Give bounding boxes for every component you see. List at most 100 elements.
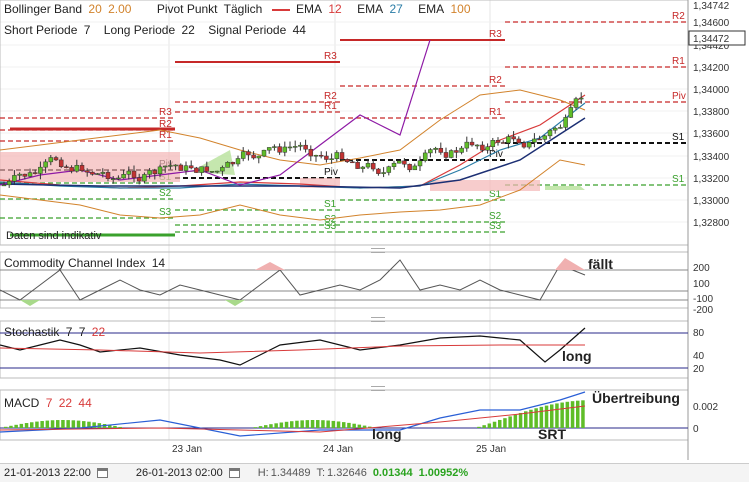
candle-body — [459, 147, 464, 153]
macd-legend: MACD 7 22 44 — [4, 396, 95, 410]
candle-body — [318, 154, 324, 157]
candle-body — [417, 160, 423, 167]
cloud-area — [0, 152, 180, 182]
candle-body — [438, 147, 444, 153]
macd-bar — [316, 420, 320, 428]
candle-body — [251, 154, 256, 159]
cci-legend: Commodity Channel Index 14 — [4, 256, 168, 270]
macd-bar — [550, 404, 554, 428]
macd-bar — [24, 423, 29, 428]
stoch-tick-label: 80 — [693, 328, 705, 339]
macd-bar — [4, 426, 8, 428]
macd-bar — [362, 425, 367, 428]
price-tick-label: 1,33200 — [693, 174, 730, 185]
macd-bar — [544, 405, 549, 428]
macd-bar — [9, 425, 13, 428]
candle-body — [27, 172, 33, 177]
candle-body — [526, 142, 532, 148]
candle-body — [261, 149, 267, 157]
pivot-label: R3 — [324, 51, 337, 62]
pivot-label: R1 — [489, 107, 502, 118]
candle-body — [532, 138, 537, 143]
cci-fill — [225, 300, 245, 306]
candle-body — [298, 144, 303, 147]
candle-body — [147, 170, 152, 175]
ema27-label: EMA — [357, 2, 384, 16]
candle-body — [563, 117, 568, 128]
candle-body — [495, 140, 501, 143]
candle-body — [105, 172, 111, 179]
candle-body — [547, 129, 553, 137]
candle-body — [136, 177, 142, 182]
pivot-label: R3 — [489, 29, 502, 40]
candle-body — [433, 147, 438, 150]
macd-bar — [274, 423, 278, 428]
macd-bar — [518, 412, 523, 428]
pivot-label: R3 — [159, 107, 172, 118]
macd-bar — [35, 421, 39, 428]
candle-body — [126, 170, 132, 175]
panel-frame — [0, 389, 689, 441]
candle-body — [53, 157, 59, 161]
macd-bar — [513, 414, 518, 428]
macd-tick-label: 0.002 — [693, 402, 718, 413]
low-value: 1.32646 — [327, 467, 367, 479]
candle-body — [121, 174, 126, 179]
candle-body — [485, 146, 490, 151]
from-date[interactable]: 21-01-2013 22:00 — [4, 467, 91, 479]
calendar-icon[interactable] — [228, 468, 240, 478]
macd-bar — [560, 402, 564, 428]
candle-body — [334, 152, 340, 159]
candle-body — [407, 163, 412, 171]
candle-body — [1, 184, 7, 187]
macd-bar — [40, 421, 44, 428]
pivot-mode: Täglich — [223, 2, 263, 16]
panel-resize-handle[interactable] — [371, 317, 385, 322]
macd-bar — [258, 426, 263, 428]
date-label: 24 Jan — [323, 444, 353, 455]
calendar-icon[interactable] — [96, 468, 108, 478]
candle-body — [152, 170, 158, 175]
price-tick-label: 1,33400 — [693, 152, 730, 163]
pivot-label: S3 — [159, 207, 172, 218]
candle-body — [365, 163, 371, 168]
panel-resize-handle[interactable] — [371, 386, 385, 391]
candle-body — [282, 146, 288, 153]
candle-body — [204, 166, 210, 172]
to-date[interactable]: 26-01-2013 02:00 — [136, 467, 223, 479]
macd-bar — [19, 423, 24, 428]
price-chart[interactable]: R3R2R1PivS1S2S3R3R2R1PivS1S2S3R3R2R1PivS… — [0, 0, 749, 482]
pivot-label: R1 — [672, 56, 685, 67]
price-tick-label: 1,32800 — [693, 218, 730, 229]
pivot-label: S1 — [324, 199, 337, 210]
candle-body — [116, 177, 121, 180]
candle-body — [355, 161, 360, 169]
macd-bar — [50, 420, 55, 428]
macd-bar — [118, 426, 122, 428]
candle-body — [214, 170, 220, 173]
candle-body — [573, 98, 579, 108]
pivot-label: S1 — [672, 132, 685, 143]
macd-bar — [508, 416, 512, 428]
candle-body — [578, 97, 584, 100]
candle-body — [32, 172, 38, 174]
macd-bar — [45, 420, 50, 428]
macd-bar — [539, 406, 544, 428]
price-tick-label: 1,34600 — [693, 18, 730, 29]
cci-tick-label: 200 — [693, 263, 710, 274]
candle-body — [235, 158, 241, 165]
candle-body — [422, 152, 428, 161]
candle-body — [480, 144, 485, 151]
macd-bar — [321, 420, 325, 428]
candle-body — [162, 165, 168, 168]
candle-body — [464, 141, 470, 149]
panel-resize-handle[interactable] — [371, 248, 385, 253]
candle-body — [194, 167, 199, 173]
macd-bar — [357, 424, 362, 428]
macd-bar — [305, 420, 310, 428]
candle-body — [287, 146, 293, 149]
cci-fill — [20, 300, 40, 306]
macd-bar — [581, 400, 585, 428]
macd-bar — [570, 401, 575, 428]
candle-body — [173, 164, 178, 167]
